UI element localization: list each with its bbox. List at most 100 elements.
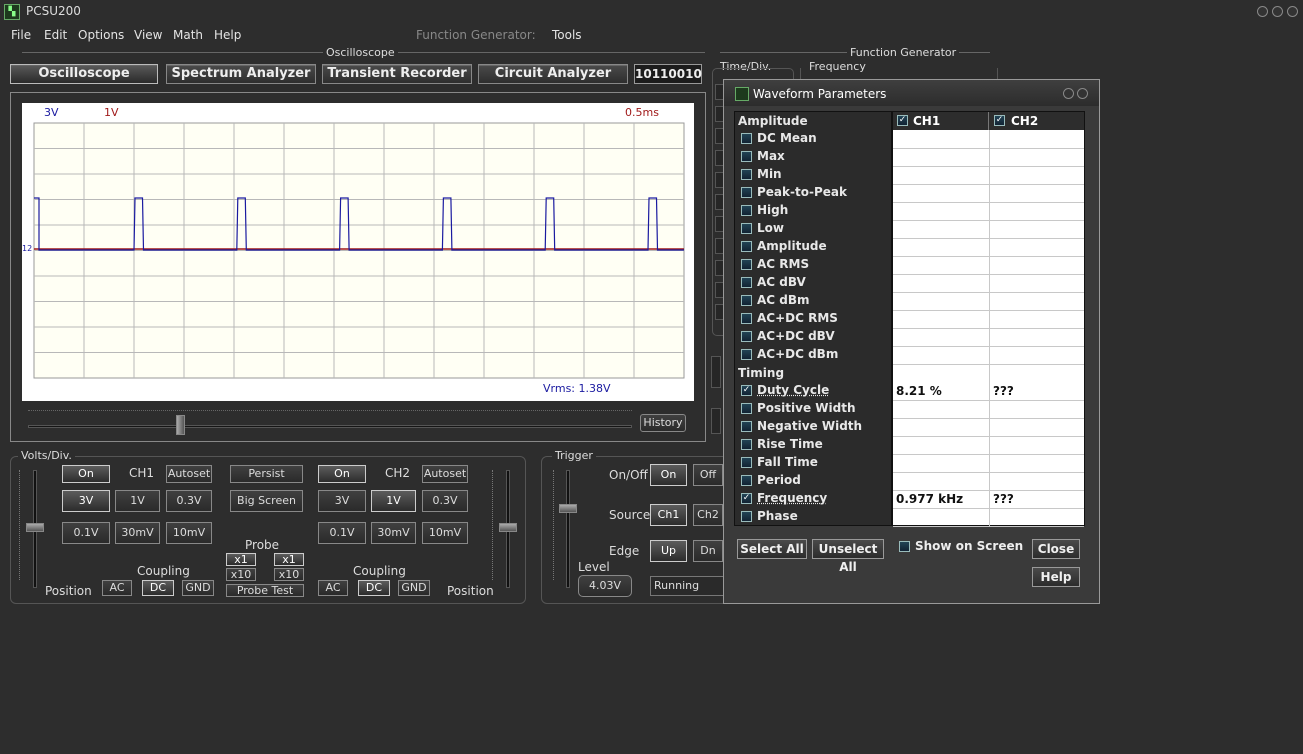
circuit-analyzer-button[interactable]: Circuit Analyzer: [478, 64, 628, 84]
oscilloscope-mode-button[interactable]: Oscilloscope: [10, 64, 158, 84]
menu-tools[interactable]: Tools: [552, 28, 582, 42]
menu-view[interactable]: View: [134, 28, 162, 42]
ch1-0.1v-button[interactable]: 0.1V: [62, 522, 110, 544]
ch1-probe-x1-button[interactable]: x1: [226, 553, 256, 566]
ch2-position-thumb[interactable]: [499, 523, 517, 532]
close-button[interactable]: Close: [1032, 539, 1080, 559]
ch1-1v-button[interactable]: 1V: [115, 490, 160, 512]
param-label: Fall Time: [757, 455, 818, 469]
trigger-dn-button[interactable]: Dn: [693, 540, 723, 562]
spectrum-analyzer-button[interactable]: Spectrum Analyzer: [166, 64, 316, 84]
ch2-ac-button[interactable]: AC: [318, 580, 348, 596]
ch2-column-checkbox[interactable]: ✓: [994, 115, 1005, 126]
ch2-on-button[interactable]: On: [318, 465, 366, 483]
ch2-autoset-button[interactable]: Autoset: [422, 465, 468, 483]
ch2-column-header: ✓ CH2: [989, 112, 1084, 130]
ch1-gnd-button[interactable]: GND: [182, 580, 214, 596]
ch1-dc-button[interactable]: DC: [142, 580, 174, 596]
horizontal-position-thumb[interactable]: [176, 415, 185, 435]
ch1-position-label: Position: [45, 584, 92, 598]
param-checkbox[interactable]: ✓: [741, 493, 752, 504]
dialog-title-bar[interactable]: Waveform Parameters: [724, 80, 1099, 106]
ch2-1v-button[interactable]: 1V: [371, 490, 416, 512]
ch2-0.3v-button[interactable]: 0.3V: [422, 490, 468, 512]
trigger-on-button[interactable]: On: [650, 464, 687, 486]
ch2-gnd-button[interactable]: GND: [398, 580, 430, 596]
bit-pattern-field[interactable]: 10110010: [634, 64, 702, 84]
menu-math[interactable]: Math: [173, 28, 203, 42]
ch1-3v-button[interactable]: 3V: [62, 490, 110, 512]
ch1-autoset-button[interactable]: Autoset: [166, 465, 212, 483]
param-checkbox[interactable]: [741, 331, 752, 342]
ch2-3v-button[interactable]: 3V: [318, 490, 366, 512]
param-checkbox[interactable]: [741, 133, 752, 144]
probe-test-button[interactable]: Probe Test: [226, 584, 304, 597]
param-checkbox[interactable]: [741, 151, 752, 162]
select-all-button[interactable]: Select All: [737, 539, 807, 559]
close-icon[interactable]: [1287, 6, 1298, 17]
param-label: Amplitude: [757, 239, 827, 253]
param-checkbox[interactable]: [741, 223, 752, 234]
horizontal-position-track[interactable]: [28, 425, 632, 428]
transient-recorder-button[interactable]: Transient Recorder: [322, 64, 472, 84]
ch1-column-checkbox[interactable]: ✓: [897, 115, 908, 126]
help-button[interactable]: Help: [1032, 567, 1080, 587]
ch1-0.3v-button[interactable]: 0.3V: [166, 490, 212, 512]
param-checkbox[interactable]: [741, 457, 752, 468]
big-screen-button[interactable]: Big Screen: [230, 490, 303, 512]
param-checkbox[interactable]: [741, 439, 752, 450]
trigger-up-button[interactable]: Up: [650, 540, 687, 562]
dialog-minimize-icon[interactable]: [1063, 88, 1074, 99]
maximize-icon[interactable]: [1272, 6, 1283, 17]
ch2-probe-x1-button[interactable]: x1: [274, 553, 304, 566]
history-button[interactable]: History: [640, 414, 686, 432]
param-checkbox[interactable]: [741, 277, 752, 288]
ch1-probe-x10-button[interactable]: x10: [226, 568, 256, 581]
menu-edit[interactable]: Edit: [44, 28, 67, 42]
menu-help[interactable]: Help: [214, 28, 241, 42]
minimize-icon[interactable]: [1257, 6, 1268, 17]
ch2-10mv-button[interactable]: 10mV: [422, 522, 468, 544]
menu-options[interactable]: Options: [78, 28, 124, 42]
trigger-source-label: Source: [609, 508, 651, 522]
time-div-cell[interactable]: [711, 408, 721, 434]
param-checkbox[interactable]: [741, 403, 752, 414]
param-checkbox[interactable]: [741, 475, 752, 486]
grid-row-line: [893, 454, 1084, 455]
time-div-cell[interactable]: [711, 356, 721, 388]
param-checkbox[interactable]: [741, 511, 752, 522]
show-on-screen-checkbox[interactable]: [899, 541, 910, 552]
ch1-ac-button[interactable]: AC: [102, 580, 132, 596]
param-checkbox[interactable]: [741, 349, 752, 360]
trigger-ch2-button[interactable]: Ch2: [693, 504, 723, 526]
param-checkbox[interactable]: [741, 241, 752, 252]
param-checkbox[interactable]: [741, 421, 752, 432]
param-checkbox[interactable]: [741, 169, 752, 180]
unselect-all-button[interactable]: Unselect All: [812, 539, 884, 574]
ch2-0.1v-button[interactable]: 0.1V: [318, 522, 366, 544]
scope-screen[interactable]: 3V 1V 0.5ms 12 Vrms: 1.38V: [22, 103, 694, 401]
ch1-10mv-button[interactable]: 10mV: [166, 522, 212, 544]
dialog-close-icon[interactable]: [1077, 88, 1088, 99]
ch1-position-thumb[interactable]: [26, 523, 44, 532]
param-checkbox[interactable]: [741, 295, 752, 306]
ch2-dc-button[interactable]: DC: [358, 580, 390, 596]
param-checkbox[interactable]: [741, 205, 752, 216]
trigger-level-slider[interactable]: [566, 470, 570, 588]
ch2-value-cell: ???: [993, 384, 1014, 398]
grid-row-line: [893, 328, 1084, 329]
param-checkbox[interactable]: ✓: [741, 385, 752, 396]
param-checkbox[interactable]: [741, 259, 752, 270]
trigger-ch1-button[interactable]: Ch1: [650, 504, 687, 526]
menu-file[interactable]: File: [11, 28, 31, 42]
ch1-30mv-button[interactable]: 30mV: [115, 522, 160, 544]
trigger-level-thumb[interactable]: [559, 504, 577, 513]
ch1-value-cell: 0.977 kHz: [896, 492, 964, 506]
param-checkbox[interactable]: [741, 187, 752, 198]
persist-button[interactable]: Persist: [230, 465, 303, 483]
param-checkbox[interactable]: [741, 313, 752, 324]
ch2-probe-x10-button[interactable]: x10: [274, 568, 304, 581]
ch1-on-button[interactable]: On: [62, 465, 110, 483]
ch2-30mv-button[interactable]: 30mV: [371, 522, 416, 544]
trigger-off-button[interactable]: Off: [693, 464, 723, 486]
